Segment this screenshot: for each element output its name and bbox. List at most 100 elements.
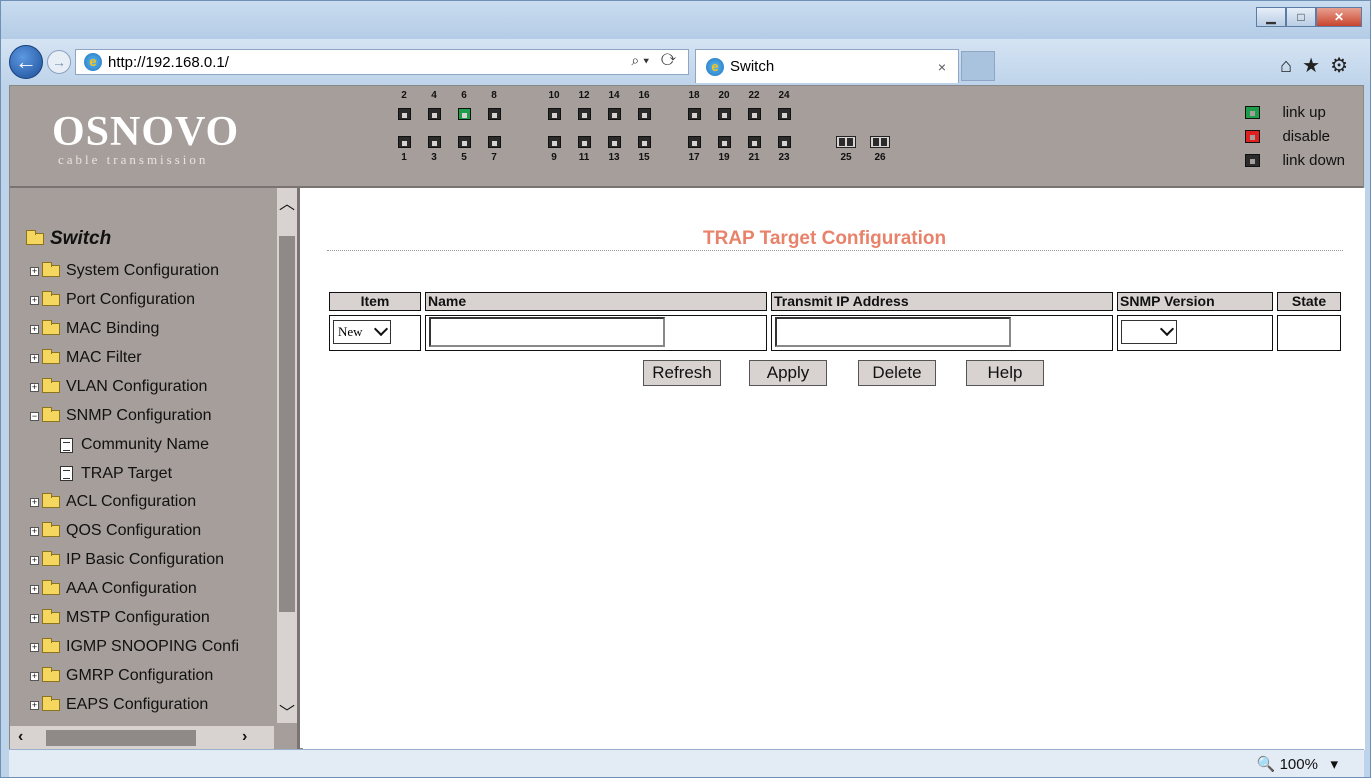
expand-icon[interactable]: +	[30, 642, 39, 652]
port-4-icon[interactable]	[428, 108, 441, 120]
sidebar-item-mac-filter[interactable]: + MAC Filter	[30, 349, 142, 367]
transmit-ip-input[interactable]	[775, 317, 1011, 347]
port-18-icon[interactable]	[688, 108, 701, 120]
new-tab-button[interactable]	[961, 51, 995, 81]
scroll-down-icon[interactable]: ﹀	[277, 699, 297, 722]
port-number-label: 23	[778, 152, 790, 163]
hscroll-thumb[interactable]	[46, 730, 196, 746]
sfp-port-25-icon[interactable]	[836, 136, 856, 148]
port-3-icon[interactable]	[428, 136, 441, 148]
sidebar-item-mstp-configuration[interactable]: + MSTP Configuration	[30, 609, 210, 627]
expand-icon[interactable]: +	[30, 613, 39, 623]
sidebar-item-aaa-configuration[interactable]: + AAA Configuration	[30, 580, 197, 598]
collapse-icon[interactable]: −	[30, 411, 39, 421]
port-11-icon[interactable]	[578, 136, 591, 148]
home-icon[interactable]: ⌂	[1280, 55, 1302, 77]
tab-switch[interactable]: e Switch ×	[695, 49, 959, 83]
expand-icon[interactable]: +	[30, 266, 39, 276]
port-14-icon[interactable]	[608, 108, 621, 120]
zoom-dropdown-icon[interactable]: ▾	[1322, 756, 1338, 773]
forward-button[interactable]: →	[47, 50, 71, 74]
minimize-button[interactable]: ▁	[1256, 7, 1286, 27]
sidebar-item-snmp-configuration[interactable]: − SNMP Configuration	[30, 407, 212, 425]
port-9-icon[interactable]	[548, 136, 561, 148]
scroll-left-icon[interactable]: ‹	[18, 728, 23, 746]
sidebar-item-trap-target[interactable]: TRAP Target	[60, 465, 172, 483]
port-8-icon[interactable]	[488, 108, 501, 120]
expand-icon[interactable]: +	[30, 584, 39, 594]
expand-icon[interactable]: +	[30, 700, 39, 710]
port-12-icon[interactable]	[578, 108, 591, 120]
sidebar-item-eaps-configuration[interactable]: + EAPS Configuration	[30, 696, 208, 714]
sidebar-item-gmrp-configuration[interactable]: + GMRP Configuration	[30, 667, 213, 685]
port-22-icon[interactable]	[748, 108, 761, 120]
sidebar-item-qos-configuration[interactable]: + QOS Configuration	[30, 522, 201, 540]
help-button[interactable]: Help	[966, 360, 1044, 386]
sidebar-item-community-name[interactable]: Community Name	[60, 436, 209, 454]
expand-icon[interactable]: +	[30, 671, 39, 681]
sidebar-horizontal-scrollbar[interactable]: ‹ ›	[10, 726, 274, 750]
port-7-icon[interactable]	[488, 136, 501, 148]
port-21-icon[interactable]	[748, 136, 761, 148]
port-5-icon[interactable]	[458, 136, 471, 148]
port-19-icon[interactable]	[718, 136, 731, 148]
document-icon	[60, 437, 73, 453]
back-button[interactable]: ←	[9, 45, 43, 79]
port-24-icon[interactable]	[778, 108, 791, 120]
snmp-version-select[interactable]	[1121, 320, 1177, 344]
expand-icon[interactable]: +	[30, 497, 39, 507]
sfp-port-26-icon[interactable]	[870, 136, 890, 148]
port-13-icon[interactable]	[608, 136, 621, 148]
expand-icon[interactable]: +	[30, 526, 39, 536]
port-number-label: 25	[840, 152, 852, 163]
expand-icon[interactable]: +	[30, 555, 39, 565]
tree-root-switch[interactable]: Switch	[26, 228, 111, 250]
delete-button[interactable]: Delete	[858, 360, 936, 386]
close-button[interactable]: ✕	[1316, 7, 1362, 27]
port-16-icon[interactable]	[638, 108, 651, 120]
refresh-button[interactable]: Refresh	[643, 360, 721, 386]
sidebar-item-igmp-snooping-confi[interactable]: + IGMP SNOOPING Confi	[30, 638, 239, 656]
sidebar-item-port-configuration[interactable]: + Port Configuration	[30, 291, 195, 309]
url-text[interactable]: http://192.168.0.1/	[108, 54, 229, 71]
expand-icon[interactable]: +	[30, 324, 39, 334]
port-6-icon[interactable]	[458, 108, 471, 120]
expand-icon[interactable]: +	[30, 353, 39, 363]
port-1-icon[interactable]	[398, 136, 411, 148]
port-20-icon[interactable]	[718, 108, 731, 120]
zoom-control[interactable]: 🔍 100% ▾	[1257, 755, 1338, 773]
address-bar[interactable]: e http://192.168.0.1/ ⌕▾ ⟳	[75, 49, 689, 75]
port-2-icon[interactable]	[398, 108, 411, 120]
port-15-icon[interactable]	[638, 136, 651, 148]
port-10-icon[interactable]	[548, 108, 561, 120]
sidebar-item-mac-binding[interactable]: + MAC Binding	[30, 320, 159, 338]
search-refresh-icons[interactable]: ⌕▾ ⟳	[631, 52, 680, 69]
apply-button[interactable]: Apply	[749, 360, 827, 386]
title-divider	[327, 250, 1343, 251]
favorites-star-icon[interactable]: ★	[1302, 55, 1330, 77]
maximize-button[interactable]: □	[1286, 7, 1316, 27]
sidebar-item-system-configuration[interactable]: + System Configuration	[30, 262, 219, 280]
item-select[interactable]: New	[333, 320, 391, 344]
port-number-label: 12	[578, 90, 590, 101]
legend-item: disable	[1245, 124, 1345, 148]
expand-icon[interactable]: +	[30, 295, 39, 305]
port-number-label: 20	[718, 90, 730, 101]
tab-close-icon[interactable]: ×	[938, 59, 946, 75]
sidebar-vertical-scrollbar[interactable]: ︿ ﹀	[277, 188, 297, 723]
settings-gear-icon[interactable]: ⚙	[1330, 55, 1358, 77]
port-23-icon[interactable]	[778, 136, 791, 148]
navigation-bar: ← → e http://192.168.0.1/ ⌕▾ ⟳ e Switch …	[1, 39, 1370, 85]
scroll-right-icon[interactable]: ›	[242, 728, 247, 746]
sidebar-item-ip-basic-configuration[interactable]: + IP Basic Configuration	[30, 551, 224, 569]
scroll-thumb[interactable]	[279, 236, 295, 612]
expand-icon[interactable]: +	[30, 382, 39, 392]
sidebar-item-acl-configuration[interactable]: + ACL Configuration	[30, 493, 196, 511]
item-select-value: New	[338, 324, 363, 339]
sidebar-item-vlan-configuration[interactable]: + VLAN Configuration	[30, 378, 207, 396]
name-input[interactable]	[429, 317, 665, 347]
scroll-up-icon[interactable]: ︿	[277, 190, 297, 213]
port-number-label: 17	[688, 152, 700, 163]
port-17-icon[interactable]	[688, 136, 701, 148]
folder-icon	[42, 696, 60, 711]
